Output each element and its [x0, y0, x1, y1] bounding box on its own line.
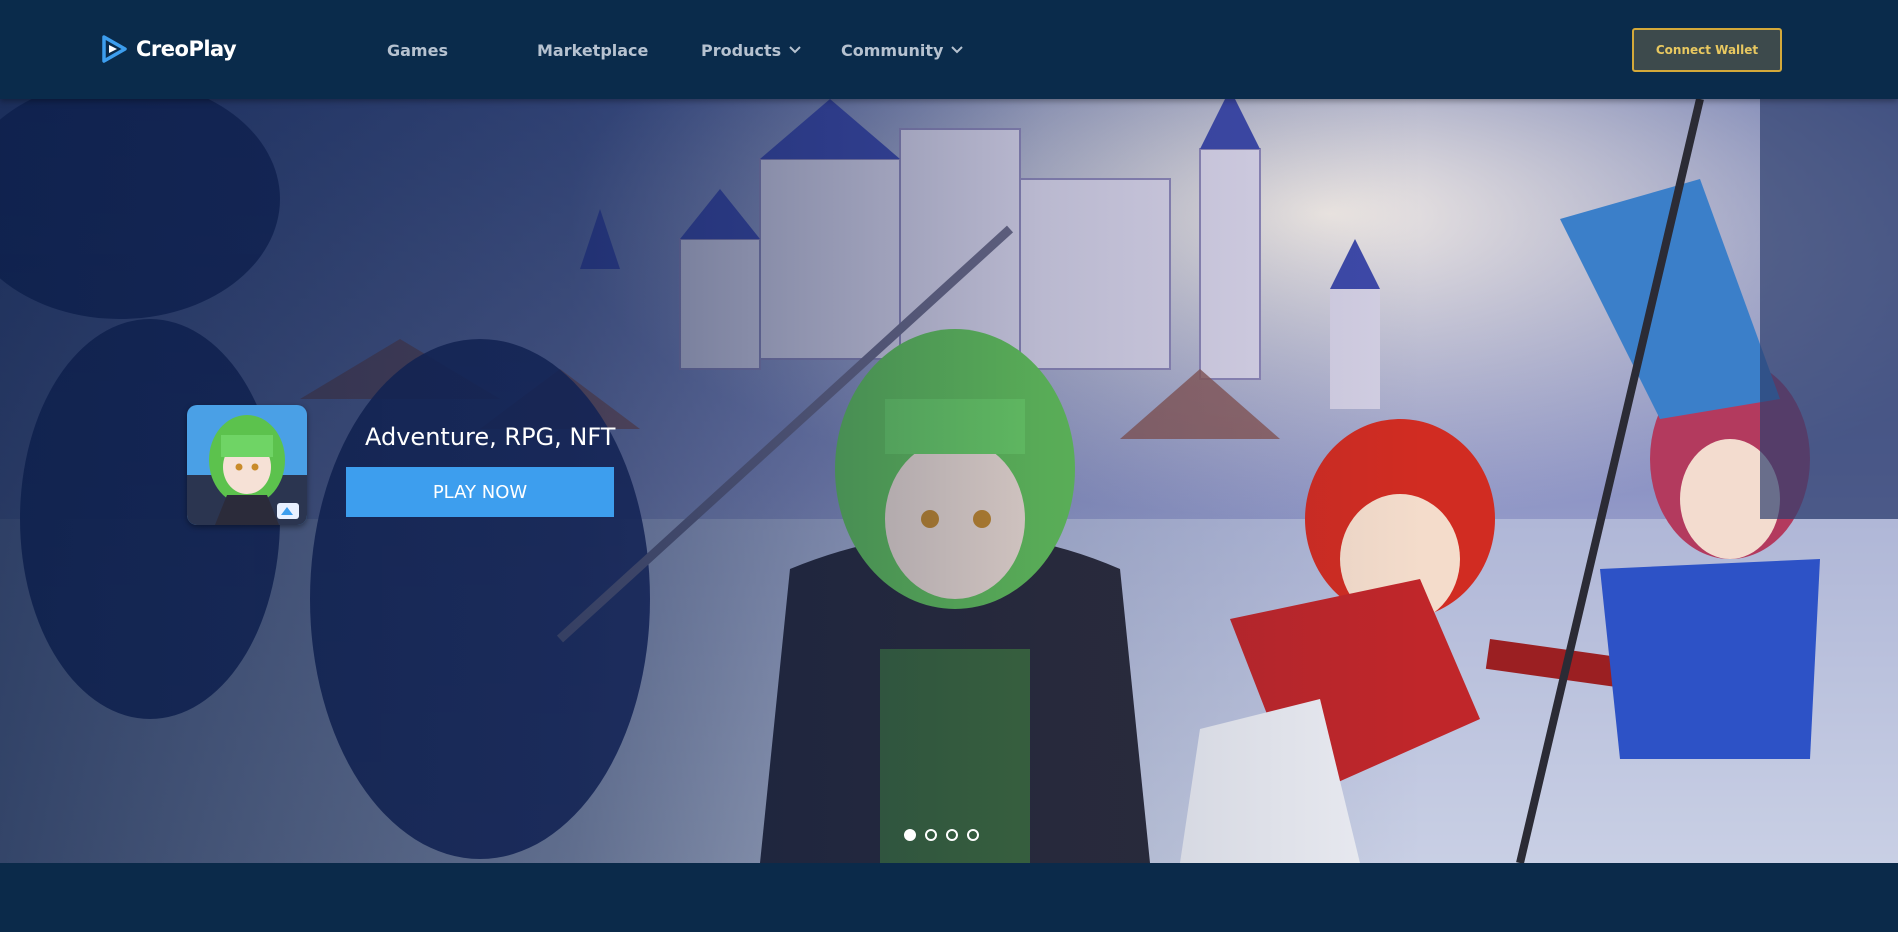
- nav-community[interactable]: Community: [841, 38, 964, 62]
- page-section-below-hero: [0, 863, 1898, 932]
- nav-marketplace-label: Marketplace: [537, 40, 649, 60]
- play-triangle-logo-icon: [102, 35, 127, 63]
- nav-games[interactable]: Games: [387, 38, 448, 62]
- carousel-dot-3[interactable]: [946, 829, 958, 841]
- carousel-dot-1[interactable]: [904, 829, 916, 841]
- site-header: CreoPlay Games Marketplace Products Comm…: [0, 0, 1898, 99]
- creoplay-logo[interactable]: CreoPlay: [100, 31, 237, 67]
- nav-games-label: Games: [387, 40, 448, 60]
- nav-products-label: Products: [701, 40, 782, 60]
- game-genre-tags: Adventure, RPG, NFT: [365, 423, 616, 451]
- game-character-image: [187, 405, 307, 525]
- carousel-dot-2[interactable]: [925, 829, 937, 841]
- hero-banner: Adventure, RPG, NFT PLAY NOW: [0, 99, 1898, 863]
- play-now-button[interactable]: PLAY NOW: [346, 467, 614, 517]
- connect-wallet-button[interactable]: Connect Wallet: [1632, 28, 1782, 72]
- carousel-indicators: [904, 829, 988, 841]
- chevron-down-icon: [789, 46, 801, 54]
- nav-marketplace[interactable]: Marketplace: [537, 38, 648, 62]
- game-thumbnail[interactable]: [187, 405, 307, 525]
- chevron-down-icon: [951, 46, 964, 54]
- nav-products[interactable]: Products: [701, 38, 801, 62]
- nav-community-label: Community: [841, 40, 944, 60]
- brand-name: CreoPlay: [136, 37, 237, 61]
- carousel-dot-4[interactable]: [967, 829, 979, 841]
